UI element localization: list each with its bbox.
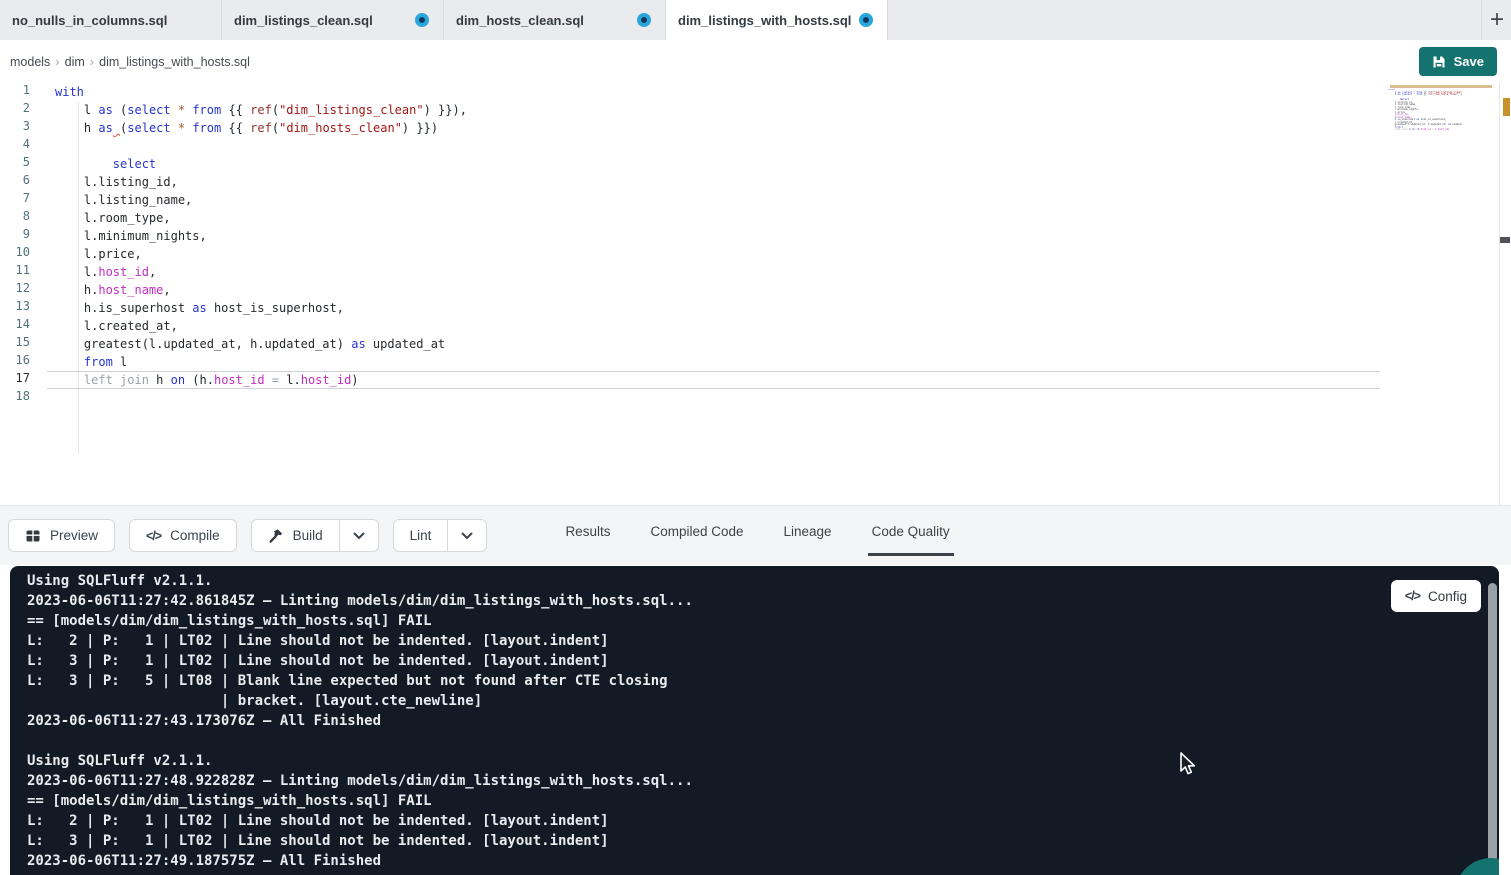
code-line[interactable]: l as (select * from {{ ref("dim_listings… xyxy=(47,101,1497,119)
code-editor[interactable]: 123456789101112131415161718 with l as (s… xyxy=(0,83,1511,505)
save-label: Save xyxy=(1454,54,1484,69)
compile-label: Compile xyxy=(170,528,220,543)
tab-label: no_nulls_in_columns.sql xyxy=(12,13,167,28)
new-tab-button[interactable]: + xyxy=(1484,2,1510,38)
tab-label: dim_listings_clean.sql xyxy=(234,13,373,28)
tab-dim-listings-clean[interactable]: dim_listings_clean.sql xyxy=(222,0,444,40)
breadcrumb-item-dim[interactable]: dim xyxy=(65,55,85,69)
code-lines: with l as (select * from {{ ref("dim_lis… xyxy=(47,83,1497,407)
tab-lineage[interactable]: Lineage xyxy=(780,506,836,556)
editor-toolbar: Preview </> Compile Build Lint xyxy=(0,505,1511,565)
code-line[interactable]: left join h on (h.host_id = l.host_id) xyxy=(47,371,1380,389)
build-options-button[interactable] xyxy=(339,519,379,552)
build-label: Build xyxy=(293,528,323,543)
code-line[interactable]: l.created_at, xyxy=(47,317,1497,335)
breadcrumb-separator-icon: › xyxy=(85,54,99,69)
table-grid-icon xyxy=(25,528,41,544)
minimap-content[interactable]: with l as (select * from {{ ref("dim_lis… xyxy=(1389,89,1462,214)
unsaved-dot-icon xyxy=(859,13,873,27)
line-numbers: 123456789101112131415161718 xyxy=(0,83,42,407)
code-brackets-icon: </> xyxy=(1405,589,1420,603)
code-line[interactable]: h.is_superhost as host_is_superhost, xyxy=(47,299,1497,317)
code-line[interactable] xyxy=(47,137,1497,155)
code-line[interactable]: l.listing_id, xyxy=(47,173,1497,191)
config-label: Config xyxy=(1428,589,1467,604)
minimap-viewport xyxy=(1390,85,1492,88)
unsaved-dot-icon xyxy=(637,13,651,27)
tab-label: dim_hosts_clean.sql xyxy=(456,13,584,28)
build-split-button: Build xyxy=(251,519,379,552)
preview-label: Preview xyxy=(50,528,98,543)
code-brackets-icon: </> xyxy=(146,529,161,543)
scrollbar-warning-marker xyxy=(1503,98,1510,116)
code-line[interactable]: l.price, xyxy=(47,245,1497,263)
code-line[interactable] xyxy=(47,389,1497,407)
code-line[interactable]: l.host_id, xyxy=(47,263,1497,281)
tab-dim-listings-with-hosts[interactable]: dim_listings_with_hosts.sql xyxy=(666,0,888,40)
terminal-text: Using SQLFluff v2.1.1. 2023-06-06T11:27:… xyxy=(27,571,693,871)
tab-results[interactable]: Results xyxy=(561,506,614,556)
file-header-bar: models › dim › dim_listings_with_hosts.s… xyxy=(0,40,1511,83)
compile-button[interactable]: </> Compile xyxy=(129,519,237,552)
unsaved-dot-icon xyxy=(415,13,429,27)
code-line[interactable]: from l xyxy=(47,353,1497,371)
build-button[interactable]: Build xyxy=(251,519,339,552)
code-line[interactable]: l.room_type, xyxy=(47,209,1497,227)
tab-bar: no_nulls_in_columns.sql dim_listings_cle… xyxy=(0,0,1511,40)
code-line[interactable]: h.host_name, xyxy=(47,281,1497,299)
tab-no-nulls-in-columns[interactable]: no_nulls_in_columns.sql xyxy=(0,0,222,40)
tab-code-quality[interactable]: Code Quality xyxy=(868,506,954,556)
tab-dim-hosts-clean[interactable]: dim_hosts_clean.sql xyxy=(444,0,666,40)
hammer-icon xyxy=(268,528,284,544)
terminal-panel: Using SQLFluff v2.1.1. 2023-06-06T11:27:… xyxy=(10,566,1499,875)
breadcrumb-item-models[interactable]: models xyxy=(10,55,50,69)
lint-options-button[interactable] xyxy=(447,519,487,552)
save-floppy-icon xyxy=(1432,55,1446,69)
tabbar-divider xyxy=(1481,0,1482,40)
dbt-cloud-ide: no_nulls_in_columns.sql dim_listings_cle… xyxy=(0,0,1511,875)
config-button[interactable]: </> Config xyxy=(1391,580,1481,612)
lint-split-button: Lint xyxy=(393,519,488,552)
save-button[interactable]: Save xyxy=(1419,47,1497,76)
editor-scrollbar[interactable] xyxy=(1499,83,1511,505)
code-line[interactable]: greatest(l.updated_at, h.updated_at) as … xyxy=(47,335,1497,353)
preview-button[interactable]: Preview xyxy=(8,519,115,552)
code-line[interactable]: l.listing_name, xyxy=(47,191,1497,209)
tab-compiled-code[interactable]: Compiled Code xyxy=(646,506,747,556)
code-line[interactable]: h as (select * from {{ ref("dim_hosts_cl… xyxy=(47,119,1497,137)
code-line[interactable]: select xyxy=(47,155,1497,173)
terminal-section: Using SQLFluff v2.1.1. 2023-06-06T11:27:… xyxy=(0,565,1511,875)
tab-label: dim_listings_with_hosts.sql xyxy=(678,13,851,28)
chevron-down-icon xyxy=(353,532,365,540)
breadcrumb-separator-icon: › xyxy=(50,54,64,69)
terminal-scrollbar[interactable] xyxy=(1488,583,1497,875)
help-button[interactable] xyxy=(1455,858,1499,875)
code-line[interactable]: with xyxy=(47,83,1497,101)
result-tabs: Results Compiled Code Lineage Code Quali… xyxy=(545,506,969,556)
lint-button[interactable]: Lint xyxy=(393,519,448,552)
chevron-down-icon xyxy=(461,532,473,540)
scrollbar-cursor-marker xyxy=(1500,237,1510,243)
lint-label: Lint xyxy=(410,528,432,543)
code-line[interactable]: l.minimum_nights, xyxy=(47,227,1497,245)
breadcrumb-item-filename: dim_listings_with_hosts.sql xyxy=(99,55,250,69)
